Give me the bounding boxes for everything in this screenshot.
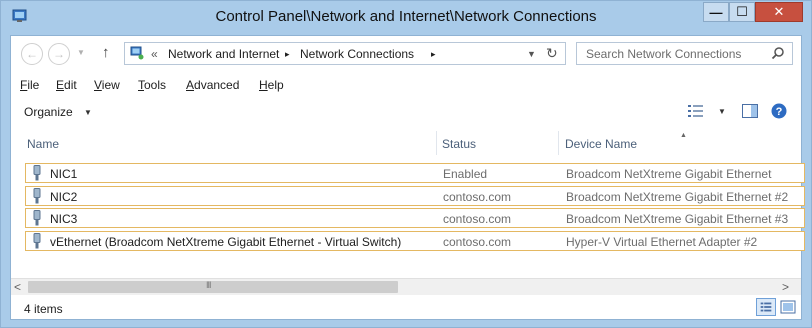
connection-device: Hyper-V Virtual Ethernet Adapter #2 [566, 235, 758, 249]
menu-view[interactable]: View [94, 78, 120, 92]
breadcrumb-separator[interactable]: ▸ [431, 49, 436, 60]
network-adapter-icon [33, 210, 41, 226]
column-header-name[interactable]: Name [27, 137, 59, 151]
client-area: ← → ▼ ↑ « Network and Internet ▸ Network… [10, 35, 805, 320]
connection-name: NIC1 [50, 167, 78, 181]
connection-device: Broadcom NetXtreme Gigabit Ethernet #3 [566, 212, 789, 226]
column-headers: Name Status ▲ Device Name [11, 131, 801, 155]
column-header-device-name[interactable]: Device Name [565, 137, 637, 151]
address-bar[interactable]: « Network and Internet ▸ Network Connect… [124, 42, 566, 65]
address-overflow-chevron[interactable]: « [151, 47, 158, 61]
menu-file[interactable]: File [20, 78, 39, 92]
network-adapter-icon [33, 233, 41, 249]
address-dropdown-button[interactable]: ▼ [527, 49, 536, 59]
title-bar[interactable]: Control Panel\Network and Internet\Netwo… [1, 1, 811, 35]
column-divider[interactable] [436, 131, 437, 155]
network-adapter-icon [33, 165, 41, 181]
preview-pane-icon[interactable] [742, 104, 758, 118]
menu-tools[interactable]: Tools [138, 78, 166, 92]
scroll-left-button[interactable]: < [14, 280, 21, 294]
horizontal-scrollbar[interactable]: < III > [11, 278, 801, 295]
breadcrumb-separator[interactable]: ▸ [285, 49, 290, 60]
connection-device: Broadcom NetXtreme Gigabit Ethernet #2 [566, 190, 789, 204]
column-header-status[interactable]: Status [442, 137, 476, 151]
connection-status: contoso.com [443, 212, 512, 226]
details-view-icon[interactable] [756, 298, 776, 316]
connection-status: Enabled [443, 167, 488, 181]
network-adapter-icon [33, 188, 41, 204]
menu-help[interactable]: Help [259, 78, 284, 92]
help-icon[interactable]: ? [771, 103, 787, 119]
network-folder-icon [130, 46, 144, 60]
search-input[interactable] [577, 43, 776, 64]
status-bar: 4 items [11, 295, 801, 319]
refresh-button[interactable]: ↻ [546, 45, 558, 62]
minimize-button[interactable]: — [703, 2, 729, 22]
connection-name: NIC2 [50, 190, 78, 204]
scrollbar-grip: III [206, 280, 211, 290]
menu-edit[interactable]: Edit [56, 78, 77, 92]
forward-button[interactable]: → [48, 43, 70, 65]
connection-name: vEthernet (Broadcom NetXtreme Gigabit Et… [50, 235, 402, 249]
sort-ascending-icon: ▲ [680, 132, 687, 139]
window-title: Control Panel\Network and Internet\Netwo… [215, 8, 597, 25]
organize-button[interactable]: Organize [24, 105, 73, 119]
view-options-caret-icon[interactable]: ▼ [718, 107, 726, 116]
breadcrumb-network-connections[interactable]: Network Connections [300, 47, 414, 61]
connection-row-vethernet[interactable]: vEthernet (Broadcom NetXtreme Gigabit Et… [25, 231, 805, 251]
menu-advanced[interactable]: Advanced [186, 78, 239, 92]
scrollbar-thumb[interactable]: III [28, 280, 398, 293]
connection-status: contoso.com [443, 235, 512, 249]
search-box[interactable] [576, 42, 793, 65]
connection-device: Broadcom NetXtreme Gigabit Ethernet [566, 167, 772, 181]
organize-caret-icon[interactable]: ▼ [84, 108, 92, 117]
explorer-window: Control Panel\Network and Internet\Netwo… [0, 0, 812, 328]
recent-locations-dropdown[interactable]: ▼ [77, 48, 85, 57]
maximize-button[interactable]: ☐ [729, 2, 755, 22]
up-button[interactable]: ↑ [102, 44, 110, 61]
connection-status: contoso.com [443, 190, 512, 204]
item-count: 4 items [24, 302, 63, 316]
search-icon[interactable] [770, 45, 786, 61]
connection-row-nic1[interactable]: NIC1 Enabled Broadcom NetXtreme Gigabit … [25, 163, 805, 183]
close-button[interactable]: ✕ [755, 2, 803, 22]
large-icons-view-icon[interactable] [779, 299, 797, 315]
change-view-icon[interactable] [687, 104, 705, 118]
breadcrumb-network-and-internet[interactable]: Network and Internet [168, 47, 279, 61]
back-button[interactable]: ← [21, 43, 43, 65]
scroll-right-button[interactable]: > [782, 280, 789, 294]
connection-row-nic2[interactable]: NIC2 contoso.com Broadcom NetXtreme Giga… [25, 186, 805, 206]
connection-name: NIC3 [50, 212, 78, 226]
svg-text:?: ? [776, 106, 783, 118]
column-divider[interactable] [558, 131, 559, 155]
connection-row-nic3[interactable]: NIC3 contoso.com Broadcom NetXtreme Giga… [25, 208, 805, 228]
